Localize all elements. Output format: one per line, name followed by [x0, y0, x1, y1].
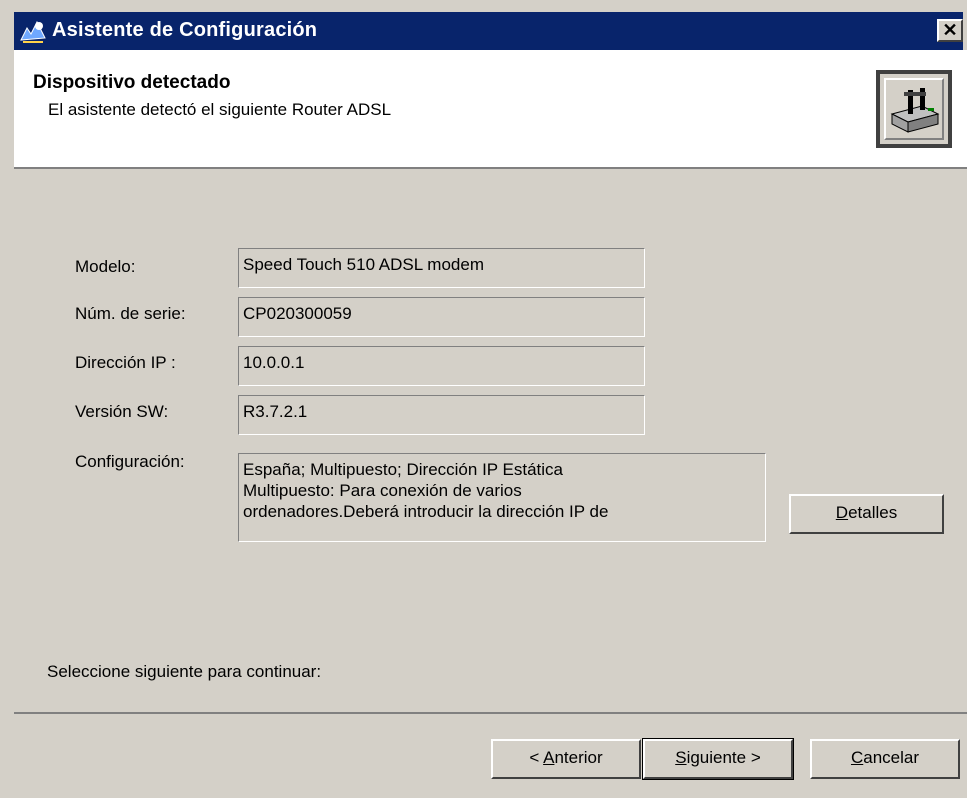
config-label: Configuración:	[75, 452, 185, 471]
model-label: Modelo:	[75, 257, 136, 276]
back-button-mnemonic: A	[543, 748, 555, 767]
page-title: Dispositivo detectado	[33, 72, 231, 93]
router-device-icon-frame	[884, 78, 944, 140]
ip-value: 10.0.0.1	[243, 353, 305, 372]
back-button[interactable]: < Anterior	[491, 739, 641, 779]
sw-version-field: R3.7.2.1	[238, 395, 645, 435]
next-button-mnemonic: S	[675, 748, 687, 767]
sw-version-value: R3.7.2.1	[243, 402, 308, 421]
instruction-text: Seleccione siguiente para continuar:	[47, 662, 322, 681]
window-title: Asistente de Configuración	[52, 19, 318, 41]
next-button-label: iguiente >	[686, 748, 761, 767]
config-textarea[interactable]: España; Multipuesto; Dirección IP Estáti…	[238, 453, 766, 542]
config-line: Multipuesto: Para conexión de varios	[243, 481, 522, 500]
page-subtitle: El asistente detectó el siguiente Router…	[48, 100, 392, 119]
router-device-icon	[876, 70, 952, 148]
model-value: Speed Touch 510 ADSL modem	[243, 255, 484, 274]
serial-label: Núm. de serie:	[75, 304, 186, 323]
cancel-button[interactable]: Cancelar	[810, 739, 960, 779]
router-device-icon-graphic	[890, 88, 940, 133]
config-line: ordenadores.Deberá introducir la direcci…	[243, 502, 609, 521]
config-line: España; Multipuesto; Dirección IP Estáti…	[243, 460, 564, 479]
back-button-label: nterior	[554, 748, 603, 767]
wizard-app-icon	[20, 20, 46, 43]
details-button-mnemonic: D	[835, 503, 849, 522]
setup-wizard-window: Asistente de Configuración ✕ Dispositivo…	[0, 0, 967, 798]
serial-value: CP020300059	[243, 304, 352, 323]
cancel-button-mnemonic: C	[850, 748, 864, 767]
ip-field: 10.0.0.1	[238, 346, 645, 386]
serial-field: CP020300059	[238, 297, 645, 337]
next-button[interactable]: Siguiente >	[642, 738, 794, 780]
back-button-prefix: <	[529, 748, 544, 767]
title-bar[interactable]: Asistente de Configuración ✕	[14, 12, 963, 50]
ip-label: Dirección IP :	[75, 353, 176, 372]
wizard-header: Dispositivo detectado El asistente detec…	[14, 50, 967, 169]
close-button[interactable]: ✕	[937, 19, 963, 42]
close-icon: ✕	[942, 20, 958, 40]
sw-version-label: Versión SW:	[75, 402, 169, 421]
cancel-button-label: ancelar	[863, 748, 920, 767]
details-button[interactable]: Detalles	[789, 494, 944, 534]
footer-divider	[14, 712, 967, 714]
model-field: Speed Touch 510 ADSL modem	[238, 248, 645, 288]
details-button-label: etalles	[848, 503, 898, 522]
